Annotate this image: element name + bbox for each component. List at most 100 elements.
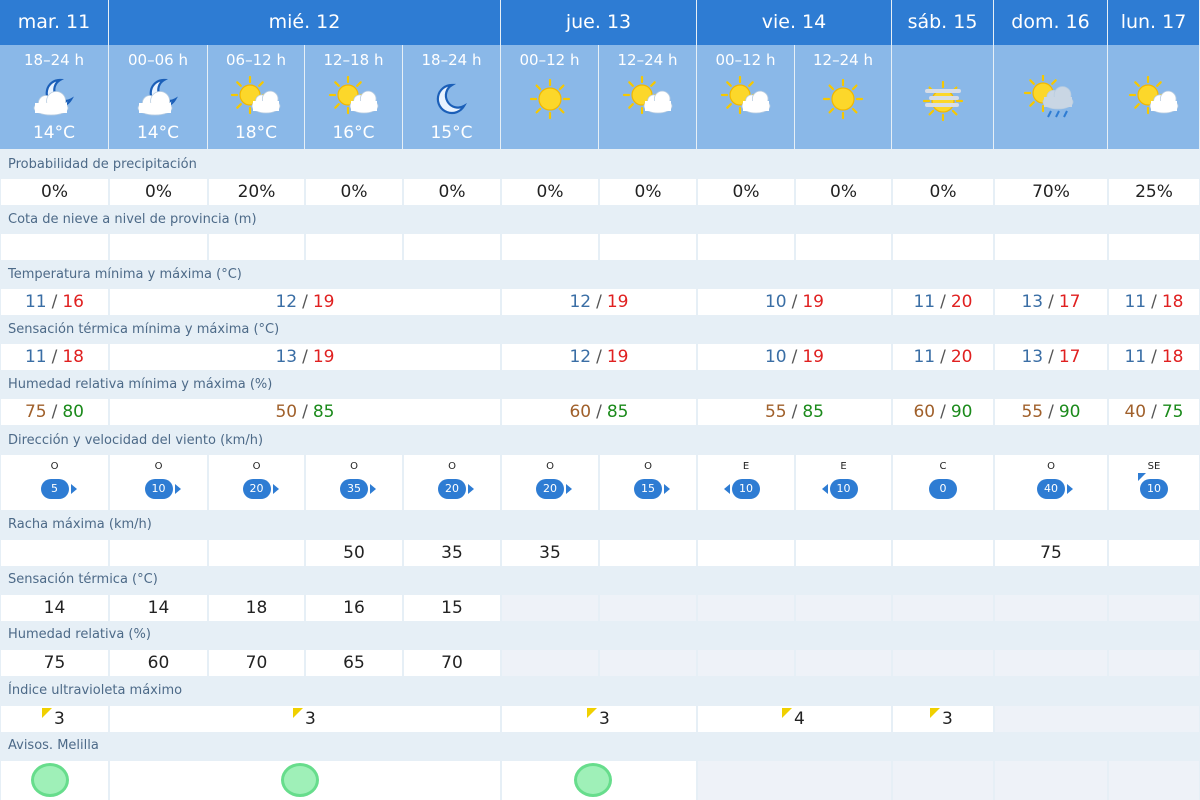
wind-arrow-icon [70,484,77,494]
wind-speed-badge: 5 [40,479,77,499]
temp-cell: 11/16 [1,289,108,315]
alert-level-icon[interactable] [31,763,69,797]
temp-max: 19 [312,292,335,312]
humidity-max: 85 [802,402,824,422]
precip-cell: 0% [893,179,993,205]
row-label-wind: Dirección y velocidad del viento (km/h) [8,433,264,448]
humidity-hourly-cell [600,650,696,676]
alert-cell [1109,761,1199,800]
uv-value: 4 [794,709,805,729]
feel-min: 11 [1124,347,1147,367]
feel-max: 20 [950,347,973,367]
period-header: 00–12 h [501,45,598,149]
uv-flag-icon [930,708,940,718]
humidity-min: 75 [24,402,47,422]
alert-level-icon[interactable] [281,763,319,797]
period-temperature: 14°C [136,123,179,143]
gust-cell: 50 [306,540,402,566]
precip-cell: 0% [796,179,891,205]
uv-value: 3 [942,709,953,729]
wind-arrow-icon [370,484,376,494]
wind-speed: 35 [340,479,368,499]
period-hours [892,45,993,71]
humidity-min: 55 [764,402,787,422]
wind-cell: O 15 [600,455,696,510]
wind-cell: O 20 [502,455,598,510]
snow-cell [209,234,304,260]
uv-cell: 4 [698,706,891,732]
wind-speed-badge: 10 [821,479,858,499]
wind-speed: 10 [1140,479,1168,499]
gust-cell [698,540,794,566]
humidity-cell: 40/75 [1109,399,1199,425]
humidity-min: 60 [913,402,936,422]
uv-cell [995,706,1199,732]
uv-cell: 3 [893,706,993,732]
uv-flag-icon [42,708,52,718]
period-temperature: 18°C [234,123,277,143]
wind-arrow-icon [468,484,474,494]
feel-hourly-cell: 16 [306,595,402,621]
separator: / [51,402,58,422]
period-header: 00–12 h [697,45,794,149]
humidity-max: 90 [1058,402,1081,422]
snow-cell [1109,234,1199,260]
feel-hourly-cell: 18 [209,595,304,621]
period-hours: 00–12 h [519,51,580,69]
wind-speed-badge: 0 [929,479,957,499]
period-temperature: 14°C [32,123,75,143]
uv-flag-icon [293,708,303,718]
moon-icon [422,75,482,123]
sun-haze-icon [913,75,973,123]
period-header: 06–12 h 18°C [208,45,304,149]
temp-cell: 11/20 [893,289,993,315]
feel-max: 17 [1058,347,1081,367]
humidity-min: 55 [1021,402,1044,422]
wind-direction: SE [1147,461,1161,472]
period-header: 18–24 h 15°C [403,45,500,149]
humidity-cell: 75/80 [1,399,108,425]
humidity-max: 85 [312,402,335,422]
row-label-gust: Racha máxima (km/h) [8,517,152,532]
separator: / [791,292,798,312]
sun-cloud-icon [324,75,384,123]
feel-hourly-cell [698,595,794,621]
sun-icon [520,75,580,123]
wind-direction: O [154,461,163,472]
feel-max: 18 [62,347,84,367]
feel-max: 19 [802,347,824,367]
row-label-feel-hourly: Sensación térmica (°C) [8,572,158,587]
snow-cell [600,234,696,260]
alert-level-icon[interactable] [574,763,612,797]
row-label-feel: Sensación térmica mínima y máxima (°C) [8,322,280,337]
humidity-hourly-cell [995,650,1107,676]
separator: / [1048,347,1054,367]
feel-cell: 12/19 [502,344,696,370]
feel-cell: 13/17 [995,344,1107,370]
wind-direction: O [448,461,456,472]
temp-min: 11 [1124,292,1147,312]
wind-arrow-icon [724,484,730,494]
feel-cell: 11/20 [893,344,993,370]
period-temperature: 16°C [332,123,375,143]
wind-direction: E [742,461,750,472]
separator: / [940,347,946,367]
wind-speed: 10 [732,479,760,499]
humidity-min: 40 [1124,402,1147,422]
wind-arrow-icon [1067,484,1073,494]
row-label-precip: Probabilidad de precipitación [8,157,197,172]
day-header-6: lun. 17 [1108,0,1199,45]
temp-max: 20 [950,292,973,312]
feel-hourly-cell [796,595,891,621]
temp-min: 11 [24,292,47,312]
period-hours: 06–12 h [226,51,286,69]
temp-min: 12 [275,292,298,312]
alert-cell [110,761,500,800]
wind-arrow-icon [174,484,181,494]
gust-cell: 35 [502,540,598,566]
wind-cell: C0 [893,455,993,510]
temp-min: 12 [569,292,592,312]
temp-max: 19 [606,292,629,312]
gust-cell [110,540,207,566]
alert-cell [893,761,993,800]
